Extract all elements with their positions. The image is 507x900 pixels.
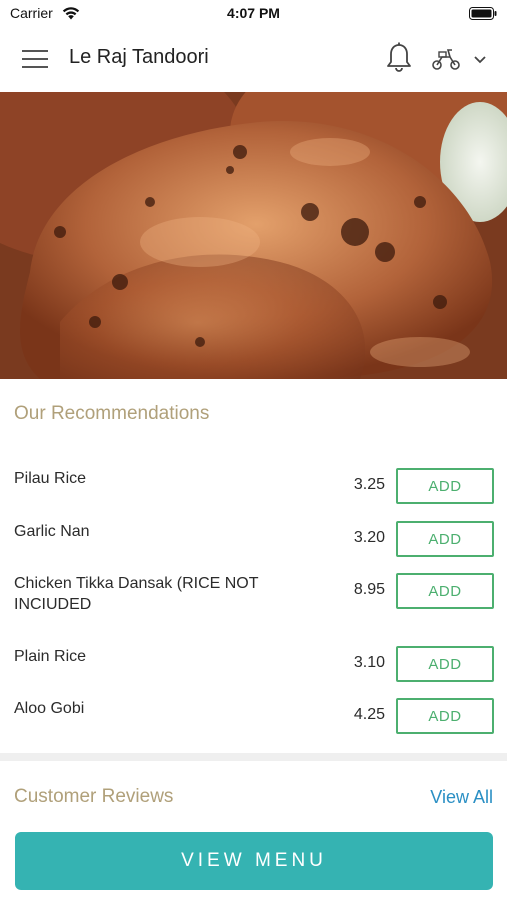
item-name: Garlic Nan <box>14 523 90 540</box>
item-name: Aloo Gobi <box>14 700 85 717</box>
view-menu-button[interactable]: VIEW MENU <box>15 832 493 890</box>
tandoori-chicken-photo <box>0 92 507 379</box>
add-button[interactable]: ADD <box>396 573 494 609</box>
item-price: 3.10 <box>353 654 385 671</box>
item-price: 3.25 <box>353 476 385 493</box>
scooter-icon[interactable] <box>431 46 461 72</box>
add-button[interactable]: ADD <box>396 646 494 682</box>
item-name: Pilau Rice <box>14 470 87 487</box>
add-button[interactable]: ADD <box>396 698 494 734</box>
item-name: Plain Rice <box>14 648 87 665</box>
section-divider <box>0 753 507 761</box>
item-price: 3.20 <box>353 529 385 546</box>
page-title: Le Raj Tandoori <box>69 46 209 68</box>
item-price: 4.25 <box>353 706 385 723</box>
hero-image <box>0 92 507 379</box>
chevron-down-icon[interactable] <box>472 53 488 65</box>
battery-icon <box>469 7 497 20</box>
item-price: 8.95 <box>353 581 385 598</box>
add-button[interactable]: ADD <box>396 468 494 504</box>
item-name: Chicken Tikka Dansak (RICE NOT INCIUDED <box>14 575 259 613</box>
recommendations-title: Our Recommendations <box>14 403 210 424</box>
reviews-title: Customer Reviews <box>14 786 174 807</box>
app-header: Le Raj Tandoori <box>0 28 507 92</box>
menu-icon[interactable] <box>22 48 48 70</box>
add-button[interactable]: ADD <box>396 521 494 557</box>
status-bar: Carrier 4:07 PM <box>0 0 507 28</box>
view-all-link[interactable]: View All <box>430 787 493 808</box>
clock: 4:07 PM <box>227 5 280 21</box>
bell-icon[interactable] <box>385 42 413 74</box>
